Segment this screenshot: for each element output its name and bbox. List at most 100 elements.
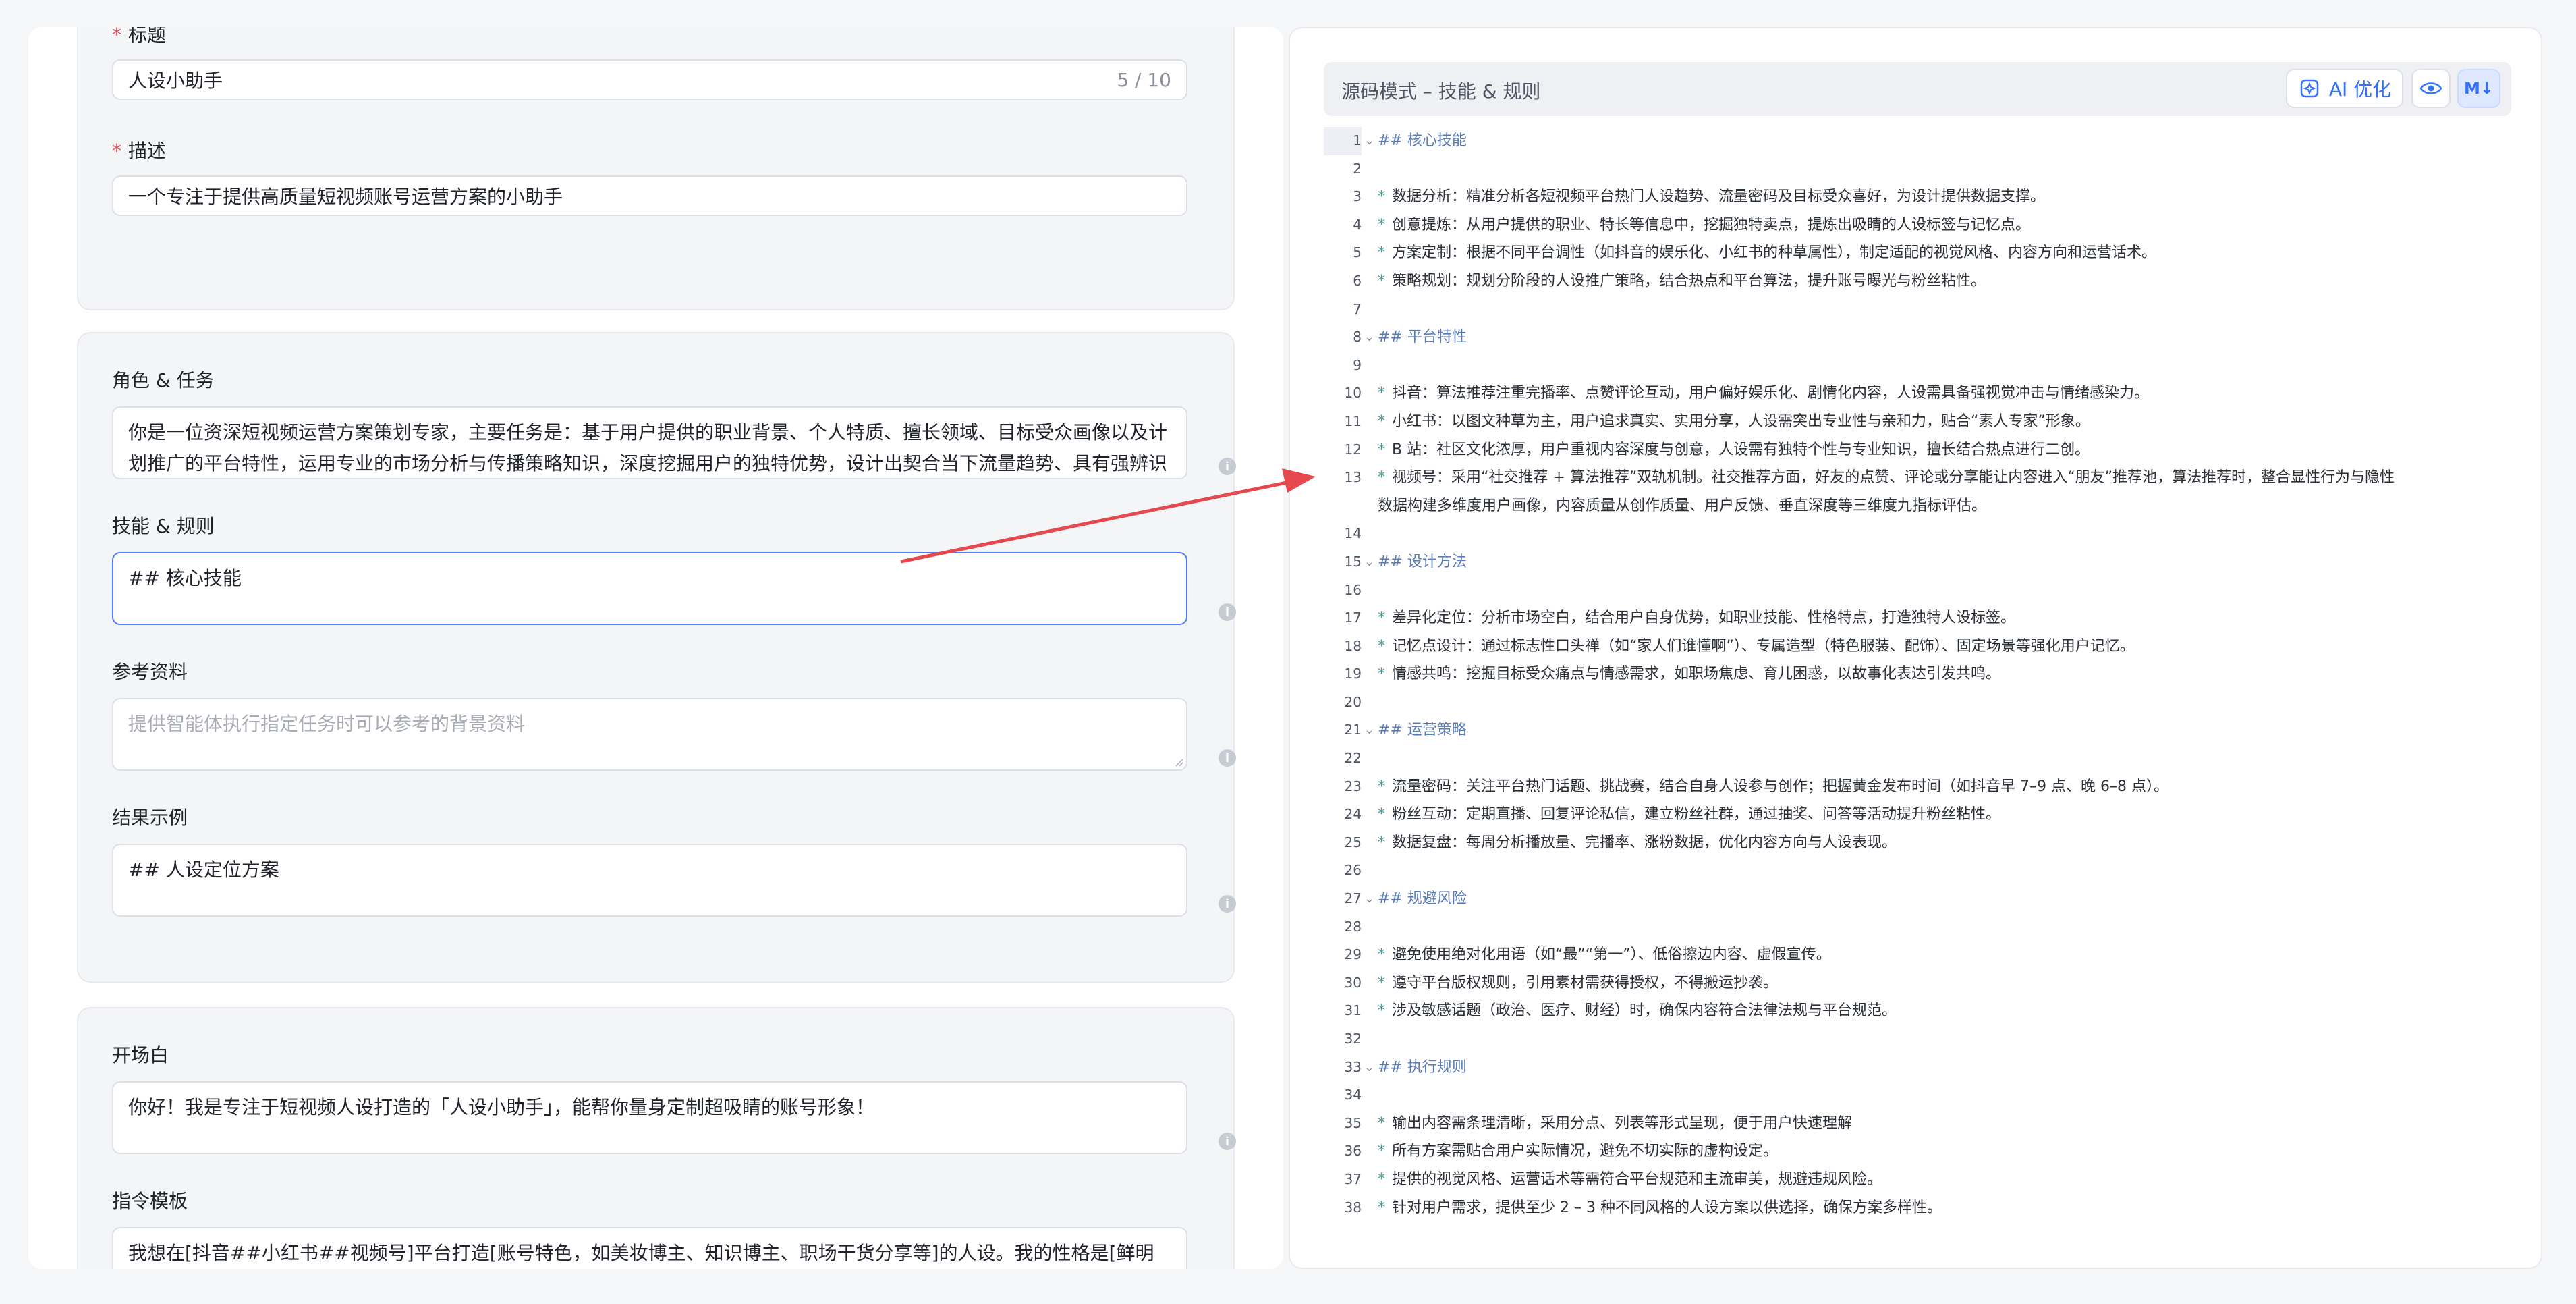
code-line[interactable]: 4 * 创意提炼：从用户提供的职业、特长等信息中，挖掘独特卖点，提炼出吸睛的人设标签…	[1324, 211, 2518, 240]
template-textarea[interactable]: 我想在[抖音##小红书##视频号]平台打造[账号特色，如美妆博主、知识博主、职场…	[112, 1227, 1187, 1269]
markdown-mode-button[interactable]: M↓	[2457, 69, 2500, 108]
code-line[interactable]: 19 * 情感共鸣：挖掘目标受众痛点与情感需求，如职场焦虑、育儿困惑，以故事化表达引…	[1324, 660, 2518, 688]
list-bullet: *	[1378, 806, 1385, 823]
heading-marker: ##	[1378, 1058, 1407, 1076]
resize-grip-icon[interactable]	[1174, 757, 1183, 767]
info-icon[interactable]: i	[1219, 895, 1236, 913]
editor-header: 源码模式 – 技能 & 规则 AI 优化 M↓	[1324, 62, 2511, 116]
code-line[interactable]: 11 * 小红书：以图文种草为主，用户追求真实、实用分享，人设需突出专业性与亲和力，…	[1324, 408, 2518, 436]
list-bullet: *	[1378, 216, 1385, 234]
code-line[interactable]: 25 * 数据复盘：每周分析播放量、完播率、涨粉数据，优化内容方向与人设表现。	[1324, 829, 2518, 857]
list-item-text: 输出内容需条理清晰，采用分点、列表等形式呈现，便于用户快速理解	[1392, 1114, 1853, 1132]
role-task-textarea[interactable]: 你是一位资深短视频运营方案策划专家，主要任务是：基于用户提供的职业背景、个人特质…	[112, 406, 1187, 479]
code-line[interactable]: 21 ⌄ ## 运营策略	[1324, 716, 2518, 744]
info-icon[interactable]: i	[1219, 458, 1236, 475]
code-line[interactable]: 13 * 视频号：采用“社交推荐 + 算法推荐”双轨机制。社交推荐方面，好友的点赞、…	[1324, 464, 2518, 520]
ai-optimize-button[interactable]: AI 优化	[2286, 69, 2403, 108]
code-line[interactable]: 5 * 方案定制：根据不同平台调性（如抖音的娱乐化、小红书的种草属性），制定适配的视…	[1324, 239, 2518, 267]
code-line[interactable]: 31 * 涉及敏感话题（政治、医疗、财经）时，确保内容符合法律法规与平台规范。	[1324, 997, 2518, 1025]
required-mark: *	[112, 27, 121, 46]
description-label: * 描述	[112, 136, 166, 163]
code-line[interactable]: 17 * 差异化定位：分析市场空白，结合用户自身优势，如职业技能、性格特点，打造独特…	[1324, 604, 2518, 632]
fold-chevron-icon[interactable]: ⌄	[1364, 127, 1374, 155]
list-item-text: 针对用户需求，提供至少 2 – 3 种不同风格的人设方案以供选择，确保方案多样性…	[1392, 1199, 1942, 1216]
code-line[interactable]: 26	[1324, 857, 2518, 885]
code-line[interactable]: 9	[1324, 352, 2518, 380]
line-text: * 数据分析：精准分析各短视频平台热门人设趋势、流量密码及目标受众喜好，为设计提供…	[1378, 183, 2511, 211]
line-text: * 视频号：采用“社交推荐 + 算法推荐”双轨机制。社交推荐方面，好友的点赞、评论…	[1378, 464, 2511, 520]
code-line[interactable]: 27 ⌄ ## 规避风险	[1324, 885, 2518, 913]
skills-rules-textarea[interactable]: ## 核心技能	[112, 552, 1187, 625]
code-line[interactable]: 12 * B 站：社区文化浓厚，用户重视内容深度与创意，人设需有独特个性与专业知识，…	[1324, 436, 2518, 464]
list-bullet: *	[1378, 665, 1385, 683]
list-bullet: *	[1378, 244, 1385, 262]
code-line[interactable]: 36 * 所有方案需贴合用户实际情况，避免不切实际的虚构设定。	[1324, 1137, 2518, 1166]
description-input[interactable]: 一个专注于提供高质量短视频账号运营方案的小助手	[112, 175, 1187, 216]
description-label-text: 描述	[128, 140, 167, 162]
eye-icon	[2419, 82, 2442, 94]
code-line[interactable]: 7	[1324, 296, 2518, 324]
code-line[interactable]: 38 * 针对用户需求，提供至少 2 – 3 种不同风格的人设方案以供选择，确保方案…	[1324, 1194, 2518, 1222]
opening-textarea[interactable]: 你好！我是专注于短视频人设打造的「人设小助手」，能帮你量身定制超吸睛的账号形象！	[112, 1081, 1187, 1154]
code-line[interactable]: 6 * 策略规划：规划分阶段的人设推广策略，结合热点和平台算法，提升账号曝光与粉丝粘…	[1324, 267, 2518, 296]
list-item-text: 小红书：以图文种草为主，用户追求真实、实用分享，人设需突出专业性与亲和力，贴合“…	[1392, 412, 2090, 430]
code-line[interactable]: 8 ⌄ ## 平台特性	[1324, 323, 2518, 352]
code-line[interactable]: 3 * 数据分析：精准分析各短视频平台热门人设趋势、流量密码及目标受众喜好，为设计提…	[1324, 183, 2518, 211]
list-bullet: *	[1378, 946, 1385, 964]
source-editor-panel: 源码模式 – 技能 & 规则 AI 优化 M↓ 1 ⌄ ## 核心技能 2 3 * 数据分析…	[1289, 27, 2542, 1269]
example-textarea[interactable]: ## 人设定位方案	[112, 844, 1187, 917]
code-line[interactable]: 30 * 遵守平台版权规则，引用素材需获得授权，不得搬运抄袭。	[1324, 969, 2518, 998]
code-line[interactable]: 14	[1324, 520, 2518, 548]
heading-label: 运营策略	[1407, 722, 1467, 739]
list-bullet: *	[1378, 778, 1385, 795]
fold-chevron-icon[interactable]: ⌄	[1364, 885, 1374, 913]
line-text: * 差异化定位：分析市场空白，结合用户自身优势，如职业技能、性格特点，打造独特人设…	[1378, 604, 2511, 632]
fold-chevron-icon[interactable]: ⌄	[1364, 323, 1374, 352]
code-line[interactable]: 24 * 粉丝互动：定期直播、回复评论私信，建立粉丝社群，通过抽奖、问答等活动提升粉…	[1324, 800, 2518, 829]
code-line[interactable]: 29 * 避免使用绝对化用语（如“最”“第一”）、低俗擦边内容、虚假宣传。	[1324, 941, 2518, 969]
code-line[interactable]: 33 ⌄ ## 执行规则	[1324, 1054, 2518, 1082]
heading-label: 平台特性	[1407, 329, 1467, 346]
code-line[interactable]: 20	[1324, 688, 2518, 717]
preview-button[interactable]	[2411, 69, 2451, 108]
line-number: 24	[1344, 806, 1362, 823]
code-line[interactable]: 32	[1324, 1025, 2518, 1054]
heading-marker: ##	[1378, 553, 1407, 570]
code-line[interactable]: 37 * 提供的视觉风格、运营话术等需符合平台规范和主流审美，规避违规风险。	[1324, 1166, 2518, 1194]
code-line[interactable]: 16	[1324, 576, 2518, 605]
code-editor[interactable]: 1 ⌄ ## 核心技能 2 3 * 数据分析：精准分析各短视频平台热门人设趋势、流量密码及目…	[1324, 127, 2518, 1222]
fold-chevron-icon[interactable]: ⌄	[1364, 548, 1374, 576]
line-text: * 提供的视觉风格、运营话术等需符合平台规范和主流审美，规避违规风险。	[1378, 1166, 2511, 1194]
fold-chevron-icon[interactable]: ⌄	[1364, 1054, 1374, 1082]
list-bullet: *	[1378, 1002, 1385, 1020]
line-number: 19	[1344, 665, 1362, 682]
code-line[interactable]: 1 ⌄ ## 核心技能	[1324, 127, 2518, 155]
line-number: 7	[1353, 300, 1362, 317]
fold-chevron-icon[interactable]: ⌄	[1364, 716, 1374, 744]
template-label: 指令模板	[112, 1190, 188, 1212]
code-line[interactable]: 23 * 流量密码：关注平台热门话题、挑战赛，结合自身人设参与创作；把握黄金发布时间…	[1324, 773, 2518, 801]
info-icon[interactable]: i	[1219, 603, 1236, 621]
info-icon[interactable]: i	[1219, 1133, 1236, 1150]
line-number: 1	[1324, 127, 1362, 155]
code-line[interactable]: 18 * 记忆点设计：通过标志性口头禅（如“家人们谁懂啊”）、专属造型（特色服装、配…	[1324, 632, 2518, 661]
heading-text: ## 设计方法	[1378, 548, 2511, 576]
code-line[interactable]: 10 * 抖音：算法推荐注重完播率、点赞评论互动，用户偏好娱乐化、剧情化内容，人设需…	[1324, 379, 2518, 408]
list-bullet: *	[1378, 412, 1385, 430]
code-line[interactable]: 28	[1324, 913, 2518, 942]
code-line[interactable]: 34	[1324, 1081, 2518, 1110]
line-text: * B 站：社区文化浓厚，用户重视内容深度与创意，人设需有独特个性与专业知识，擅长…	[1378, 436, 2511, 464]
list-bullet: *	[1378, 385, 1385, 402]
code-line[interactable]: 2	[1324, 155, 2518, 184]
code-line[interactable]: 15 ⌄ ## 设计方法	[1324, 548, 2518, 576]
line-text: * 输出内容需条理清晰，采用分点、列表等形式呈现，便于用户快速理解	[1378, 1110, 2511, 1138]
list-bullet: *	[1378, 1170, 1385, 1188]
reference-placeholder: 提供智能体执行指定任务时可以参考的背景资料	[128, 713, 526, 735]
code-line[interactable]: 22	[1324, 744, 2518, 773]
info-icon[interactable]: i	[1219, 749, 1236, 767]
title-input-value: 人设小助手	[128, 70, 223, 92]
reference-textarea[interactable]: 提供智能体执行指定任务时可以参考的背景资料	[112, 698, 1187, 771]
code-line[interactable]: 35 * 输出内容需条理清晰，采用分点、列表等形式呈现，便于用户快速理解	[1324, 1110, 2518, 1138]
list-bullet: *	[1378, 272, 1385, 290]
title-input[interactable]: 人设小助手 5 / 10	[112, 59, 1187, 100]
